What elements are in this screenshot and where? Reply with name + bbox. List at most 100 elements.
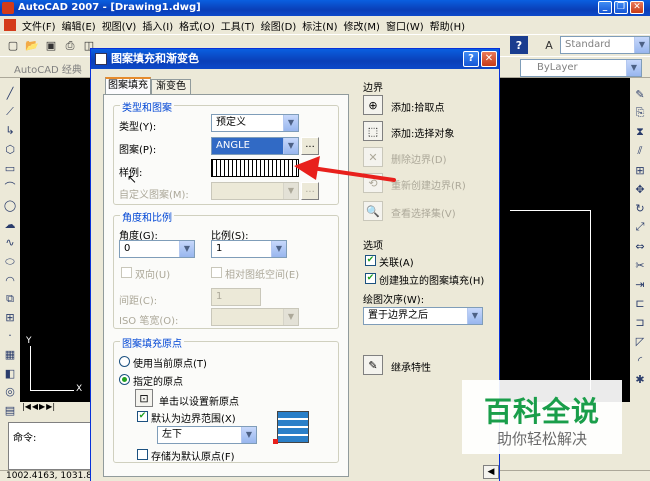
- menu-insert[interactable]: 插入(I): [142, 18, 173, 33]
- next-layout-icon[interactable]: ▶: [39, 402, 45, 416]
- menu-window[interactable]: 窗口(W): [386, 18, 424, 33]
- angle-select[interactable]: 0 ▼: [119, 240, 195, 258]
- gradient-icon[interactable]: ◧: [2, 365, 18, 381]
- workspace-label[interactable]: AutoCAD 经典: [14, 61, 82, 76]
- menu-format[interactable]: 格式(O): [179, 18, 215, 33]
- circle-icon[interactable]: ◯: [2, 198, 18, 214]
- layout-tabs-bar: |◀ ◀ ▶ ▶|: [20, 402, 100, 416]
- dialog-help-button[interactable]: ?: [463, 51, 479, 67]
- spline-icon[interactable]: ∿: [2, 235, 18, 251]
- rotate-icon[interactable]: ↻: [632, 200, 648, 216]
- store-default-checkbox[interactable]: [137, 449, 148, 460]
- view-selections-button[interactable]: 🔍: [363, 201, 383, 221]
- offset-icon[interactable]: ⫽: [632, 143, 648, 159]
- construction-line-icon[interactable]: ⟋: [2, 105, 18, 121]
- copy-icon[interactable]: ⎘: [632, 105, 648, 121]
- scale-select[interactable]: 1 ▼: [211, 240, 287, 258]
- save-icon[interactable]: ▣: [42, 37, 60, 55]
- fillet-icon[interactable]: ◜: [632, 352, 648, 368]
- add-pick-points-button[interactable]: ⊕: [363, 95, 383, 115]
- rectangle-icon[interactable]: ▭: [2, 160, 18, 176]
- table-icon[interactable]: ▤: [2, 403, 18, 419]
- point-icon[interactable]: ·: [2, 328, 18, 344]
- chamfer-icon[interactable]: ◸: [632, 333, 648, 349]
- text-style-icon[interactable]: A: [540, 36, 558, 54]
- polygon-icon[interactable]: ⬡: [2, 142, 18, 158]
- command-prompt: 命令:: [13, 433, 37, 444]
- relative-paper-checkbox[interactable]: [211, 267, 222, 278]
- tab-gradient[interactable]: 渐变色: [151, 79, 191, 94]
- line-icon[interactable]: ╱: [2, 86, 18, 102]
- add-select-objects-button[interactable]: ⬚: [363, 121, 383, 141]
- erase-icon[interactable]: ✎: [632, 86, 648, 102]
- type-select[interactable]: 预定义 ▼: [211, 114, 299, 132]
- scale-icon[interactable]: ⤢: [632, 219, 648, 235]
- polyline-icon[interactable]: ↳: [2, 123, 18, 139]
- associative-checkbox[interactable]: ✔: [365, 255, 376, 266]
- pattern-select[interactable]: ANGLE ▼: [211, 137, 299, 155]
- use-current-origin-radio[interactable]: [119, 356, 130, 367]
- specified-origin-radio[interactable]: [119, 374, 130, 385]
- store-default-label: 存储为默认原点(F): [151, 452, 235, 463]
- pattern-sample-swatch[interactable]: [211, 159, 299, 177]
- first-layout-icon[interactable]: |◀: [22, 402, 31, 416]
- restore-button[interactable]: ❐: [614, 1, 628, 14]
- command-window[interactable]: 命令:: [8, 422, 92, 470]
- double-checkbox[interactable]: [121, 267, 132, 278]
- menu-file[interactable]: 文件(F): [22, 18, 56, 33]
- stretch-icon[interactable]: ⇔: [632, 238, 648, 254]
- iso-pen-select[interactable]: ▼: [211, 308, 299, 326]
- explode-icon[interactable]: ✱: [632, 371, 648, 387]
- trim-icon[interactable]: ✂: [632, 257, 648, 273]
- close-button[interactable]: ✕: [630, 1, 644, 14]
- ellipse-icon[interactable]: ⬭: [2, 254, 18, 270]
- custom-pattern-select[interactable]: ▼: [211, 182, 299, 200]
- help-icon[interactable]: ?: [510, 36, 528, 54]
- last-layout-icon[interactable]: ▶|: [46, 402, 55, 416]
- move-icon[interactable]: ✥: [632, 181, 648, 197]
- menu-view[interactable]: 视图(V): [102, 18, 137, 33]
- insert-block-icon[interactable]: ⧉: [2, 291, 18, 307]
- prev-layout-icon[interactable]: ◀: [32, 402, 38, 416]
- make-block-icon[interactable]: ⊞: [2, 310, 18, 326]
- dialog-close-button[interactable]: ✕: [481, 51, 497, 67]
- menu-dimension[interactable]: 标注(N): [302, 18, 337, 33]
- watermark-panel: 百科全说 助你轻松解决: [462, 380, 622, 454]
- text-style-select[interactable]: Standard ▼: [560, 36, 650, 54]
- menu-draw[interactable]: 绘图(D): [261, 18, 297, 33]
- origin-preview-brick-icon: [277, 411, 309, 443]
- minimize-button[interactable]: _: [598, 1, 612, 14]
- inherit-properties-button[interactable]: ✎: [363, 355, 383, 375]
- revcloud-icon[interactable]: ☁: [2, 217, 18, 233]
- open-icon[interactable]: 📂: [23, 37, 41, 55]
- region-icon[interactable]: ◎: [2, 384, 18, 400]
- mirror-icon[interactable]: ⧗: [632, 124, 648, 140]
- more-options-button[interactable]: ◀: [483, 465, 499, 479]
- new-icon[interactable]: ▢: [4, 37, 22, 55]
- independent-hatch-checkbox[interactable]: ✔: [365, 273, 376, 284]
- extend-icon[interactable]: ⇥: [632, 276, 648, 292]
- spacing-input[interactable]: 1: [211, 288, 261, 306]
- default-extents-checkbox[interactable]: ✔: [137, 411, 148, 422]
- hatch-icon[interactable]: ▦: [2, 347, 18, 363]
- ellipse-arc-icon[interactable]: ◠: [2, 272, 18, 288]
- print-icon[interactable]: ⎙: [61, 37, 79, 55]
- draw-order-select[interactable]: 置于边界之后 ▼: [363, 307, 483, 325]
- break-icon[interactable]: ⊏: [632, 295, 648, 311]
- array-icon[interactable]: ⊞: [632, 162, 648, 178]
- layer-select[interactable]: ByLayer ▼: [520, 59, 642, 77]
- extents-position-select[interactable]: 左下 ▼: [157, 426, 257, 444]
- menu-app-icon: [4, 19, 16, 31]
- recreate-boundary-label: 重新创建边界(R): [391, 181, 466, 192]
- set-origin-button[interactable]: ⊡: [135, 389, 153, 407]
- menu-bar: 文件(F) 编辑(E) 视图(V) 插入(I) 格式(O) 工具(T) 绘图(D…: [0, 16, 650, 34]
- menu-tools[interactable]: 工具(T): [221, 18, 255, 33]
- menu-help[interactable]: 帮助(H): [430, 18, 465, 33]
- menu-edit[interactable]: 编辑(E): [62, 18, 96, 33]
- join-icon[interactable]: ⊐: [632, 314, 648, 330]
- toolbar-right-group: ? A Standard ▼: [510, 36, 650, 54]
- tab-hatch[interactable]: 图案填充: [105, 77, 151, 94]
- app-logo-icon: [2, 2, 14, 14]
- menu-modify[interactable]: 修改(M): [344, 18, 380, 33]
- arc-icon[interactable]: ⌒: [2, 179, 18, 195]
